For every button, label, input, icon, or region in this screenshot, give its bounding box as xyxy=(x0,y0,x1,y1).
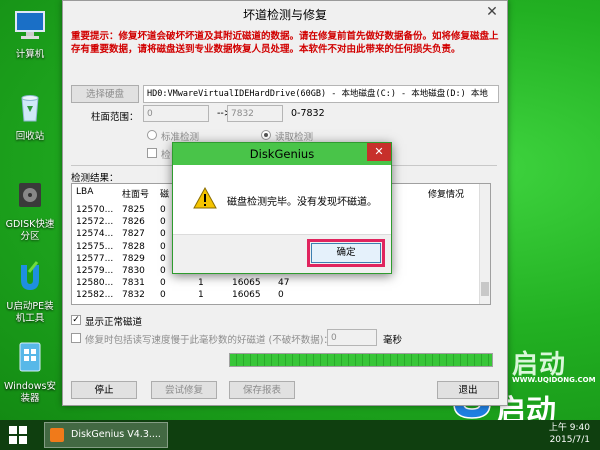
recycle-bin-icon xyxy=(21,95,39,122)
cylinder-to-input[interactable]: 7832 xyxy=(227,105,283,122)
table-cell-head: 0 xyxy=(160,229,166,240)
show-normal-label: 显示正常磁道 xyxy=(85,317,143,328)
read-check-label: 读取检测 xyxy=(275,132,314,143)
col-head: 磁 xyxy=(160,190,170,200)
ms-input[interactable]: 0 xyxy=(327,329,377,346)
table-cell-head: 0 xyxy=(160,241,166,252)
table-cell-head: 0 xyxy=(160,205,166,215)
table-cell-cyl: 7827 xyxy=(122,229,145,240)
windows-installer-icon xyxy=(19,342,41,372)
uqidong-icon xyxy=(21,261,39,290)
repair-slow-label: 修复时包括读写速度慢于此毫秒数的好磁道 (不破坏数据)： xyxy=(85,335,333,346)
table-cell-c6: 47 xyxy=(278,278,290,289)
table-cell-cyl: 7832 xyxy=(122,290,145,301)
recycle-bin-desktop-icon[interactable]: 回收站 xyxy=(2,90,58,143)
recycle-bin-label: 回收站 xyxy=(15,131,45,142)
table-cell-lba: 12579... xyxy=(76,266,114,276)
table-cell-c6: 0 xyxy=(278,290,284,301)
windows-start-icon[interactable] xyxy=(8,425,28,445)
table-cell-cyl: 7831 xyxy=(122,278,145,289)
diskgenius-message-box: DiskGenius ✕ 磁盘检测完毕。没有发现坏磁道。 确定 xyxy=(172,142,392,274)
table-row[interactable]: 12580... 7831 0 1 16065 47 xyxy=(72,277,482,289)
standard-check-radio[interactable] xyxy=(147,130,157,140)
cylinder-from-input[interactable]: 0 xyxy=(143,105,209,122)
gdisk-label: GDISK快速分区 xyxy=(5,219,55,242)
table-cell-head: 0 xyxy=(160,217,166,228)
uqidong-pe-label: U启动PE装机工具 xyxy=(6,301,54,324)
computer-desktop-icon[interactable]: 计算机 xyxy=(2,8,58,61)
try-repair-button[interactable]: 尝试修复 xyxy=(151,381,217,399)
save-report-button[interactable]: 保存报表 xyxy=(229,381,295,399)
scrollbar-thumb[interactable] xyxy=(481,282,489,296)
dialog-titlebar: 坏道检测与修复 ✕ xyxy=(63,1,507,25)
standard-check-label: 标准检测 xyxy=(161,132,200,143)
exit-button[interactable]: 退出 xyxy=(437,381,499,399)
windows-installer-desktop-icon[interactable]: Windows安装器 xyxy=(2,340,58,405)
table-cell-c4: 1 xyxy=(198,290,204,301)
table-cell-c5: 16065 xyxy=(232,290,261,301)
ms-unit: 毫秒 xyxy=(383,335,403,346)
warning-text: 重要提示：修复坏道会破坏坏道及其附近磁道的数据。请在修复前首先做好数据备份。如将… xyxy=(71,31,499,55)
result-label: 检测结果： xyxy=(71,173,119,184)
table-cell-cyl: 7828 xyxy=(122,241,145,252)
table-cell-lba: 12570... xyxy=(76,205,114,215)
disk-field: HD0:VMwareVirtualIDEHardDrive(60GB) - 本地… xyxy=(143,85,499,103)
dialog-title: 坏道检测与修复 xyxy=(242,8,327,22)
gdisk-desktop-icon[interactable]: GDISK快速分区 xyxy=(2,178,58,243)
progress-bar xyxy=(229,353,493,367)
progress-fill xyxy=(230,354,492,366)
table-cell-c5: 16065 xyxy=(232,278,261,289)
message-box-titlebar: DiskGenius ✕ xyxy=(173,143,391,165)
table-cell-cyl: 7826 xyxy=(122,217,145,228)
show-normal-checkbox[interactable]: ✓ xyxy=(71,315,81,325)
taskbar-diskgenius[interactable]: DiskGenius V4.3.... xyxy=(44,422,168,448)
col-cylinder: 柱面号 xyxy=(122,190,150,200)
system-clock[interactable]: 上午 9:40 2015/7/1 xyxy=(549,422,590,446)
computer-icon xyxy=(15,11,45,39)
message-box-footer: 确定 xyxy=(173,234,391,273)
table-cell-c4: 1 xyxy=(198,278,204,289)
cylinder-total: 0-7832 xyxy=(291,108,325,119)
table-cell-lba: 12582... xyxy=(76,290,114,301)
repair-slow-checkbox[interactable] xyxy=(71,333,81,343)
warning-icon xyxy=(193,187,217,209)
table-cell-head: 0 xyxy=(160,278,166,289)
table-cell-head: 0 xyxy=(160,290,166,301)
select-disk-button[interactable]: 选择硬盘 xyxy=(71,85,139,103)
table-row[interactable]: 12582... 7832 0 1 16065 0 xyxy=(72,289,482,301)
cylinder-range-label: 柱面范围： xyxy=(91,112,139,123)
table-cell-head: 0 xyxy=(160,253,166,264)
message-text: 磁盘检测完毕。没有发现坏磁道。 xyxy=(227,197,377,208)
uqidong-pe-desktop-icon[interactable]: U启动PE装机工具 xyxy=(2,260,58,325)
table-cell-lba: 12572... xyxy=(76,217,114,228)
table-cell-lba: 12577... xyxy=(76,253,114,264)
table-cell-cyl: 7829 xyxy=(122,253,145,264)
col-repair-status: 修复情况 xyxy=(428,190,465,200)
clock-time: 上午 9:40 xyxy=(548,423,590,433)
gdisk-icon xyxy=(19,183,41,207)
taskbar: DiskGenius V4.3.... 上午 9:40 2015/7/1 xyxy=(0,420,600,450)
check-option-label: 检 xyxy=(161,150,171,161)
dialog-close-icon[interactable]: ✕ xyxy=(481,3,503,21)
check-option-checkbox[interactable] xyxy=(147,148,157,158)
computer-label: 计算机 xyxy=(15,49,45,60)
read-check-radio[interactable] xyxy=(261,130,271,140)
windows-installer-label: Windows安装器 xyxy=(4,381,56,404)
brand-url: WWW.UQIDONG.COM xyxy=(512,376,596,384)
col-lba: LBA xyxy=(76,187,94,197)
table-cell-lba: 12575... xyxy=(76,241,114,252)
clock-date: 2015/7/1 xyxy=(549,435,590,445)
table-cell-head: 0 xyxy=(160,266,166,276)
stop-button[interactable]: 停止 xyxy=(71,381,137,399)
message-box-close-icon[interactable]: ✕ xyxy=(367,143,391,161)
taskbar-app-label: DiskGenius V4.3.... xyxy=(71,429,161,440)
table-cell-cyl: 7830 xyxy=(122,266,145,276)
table-scrollbar[interactable] xyxy=(479,184,490,304)
table-cell-cyl: 7825 xyxy=(122,205,145,215)
ok-button[interactable]: 确定 xyxy=(307,239,385,267)
message-box-title: DiskGenius xyxy=(249,147,315,161)
diskgenius-app-icon xyxy=(50,428,64,442)
table-cell-lba: 12580... xyxy=(76,278,114,289)
table-cell-lba: 12574... xyxy=(76,229,114,240)
